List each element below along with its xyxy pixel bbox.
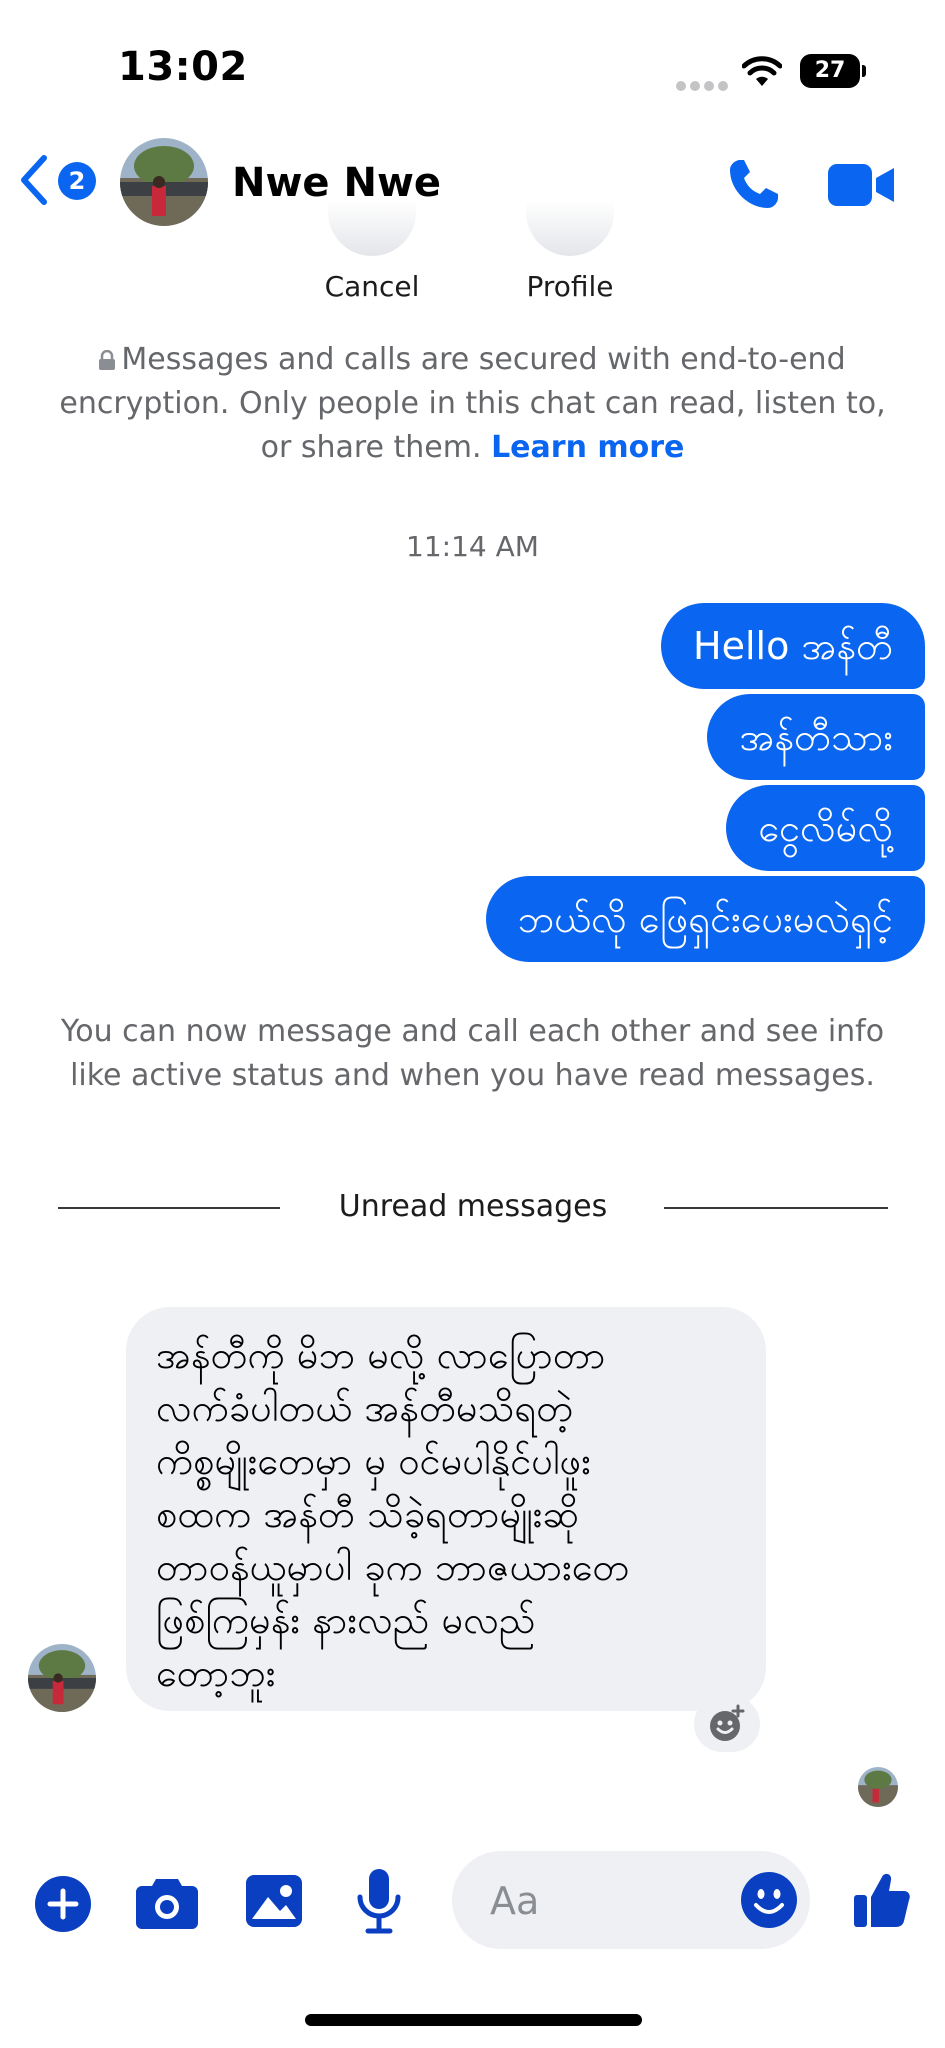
- contact-avatar[interactable]: [120, 138, 208, 226]
- message-input[interactable]: Aa: [452, 1851, 810, 1949]
- photo-gallery-icon[interactable]: [246, 1875, 302, 1927]
- avatar-photo: [120, 138, 208, 226]
- incoming-message[interactable]: အန်တီကို မိဘ မလို့ လာပြောတာ လက်ခံပါတယ် အ…: [126, 1307, 766, 1711]
- wifi-icon: [742, 56, 782, 86]
- message-input-placeholder: Aa: [490, 1879, 540, 1923]
- read-receipt-avatar: [858, 1767, 898, 1807]
- unread-divider: Unread messages: [58, 1185, 888, 1229]
- avatar-photo: [858, 1767, 898, 1807]
- outgoing-message[interactable]: ဘယ်လို ဖြေရှင်းပေးမလဲရှင့်: [485, 876, 925, 962]
- phone-icon[interactable]: [726, 156, 782, 212]
- encryption-text: Messages and calls are secured with end-…: [59, 342, 886, 465]
- cancel-button[interactable]: Cancel: [292, 270, 452, 303]
- profile-button[interactable]: Profile: [490, 270, 650, 303]
- thumbs-up-icon[interactable]: [854, 1869, 910, 1929]
- emoji-icon[interactable]: [740, 1871, 798, 1929]
- chevron-left-icon: [21, 155, 47, 205]
- add-reaction-button[interactable]: [694, 1696, 760, 1752]
- outgoing-message[interactable]: အန်တီသား: [707, 694, 925, 780]
- status-bar: 13:02 27: [0, 0, 945, 130]
- microphone-icon[interactable]: [356, 1869, 402, 1935]
- status-time: 13:02: [118, 44, 248, 90]
- unread-label: Unread messages: [338, 1189, 608, 1224]
- outgoing-message[interactable]: Hello အန်တီ: [661, 603, 925, 689]
- connection-info-note: You can now message and call each other …: [60, 1014, 885, 1093]
- camera-icon[interactable]: [136, 1875, 198, 1929]
- message-timestamp: 11:14 AM: [406, 530, 539, 563]
- battery-level: 27: [814, 58, 846, 83]
- learn-more-link[interactable]: Learn more: [491, 430, 684, 465]
- chat-header: 2 Nwe Nwe: [0, 130, 945, 240]
- back-button[interactable]: 2: [18, 152, 98, 208]
- contact-name[interactable]: Nwe Nwe: [232, 160, 441, 206]
- plus-icon[interactable]: [34, 1875, 92, 1933]
- lock-icon: [99, 350, 116, 370]
- home-indicator[interactable]: [305, 2014, 642, 2026]
- message-composer: Aa: [0, 1845, 945, 1955]
- unread-count-badge: 2: [58, 162, 96, 200]
- video-call-icon[interactable]: [828, 162, 894, 208]
- avatar-photo: [28, 1644, 96, 1712]
- encryption-notice: Messages and calls are secured with end-…: [40, 338, 905, 470]
- battery-icon: 27: [800, 54, 866, 88]
- add-reaction-icon: [710, 1704, 745, 1741]
- sender-avatar[interactable]: [28, 1644, 96, 1712]
- cellular-signal-icon: [676, 76, 732, 95]
- outgoing-message[interactable]: ငွေလိမ်လို့: [726, 785, 925, 871]
